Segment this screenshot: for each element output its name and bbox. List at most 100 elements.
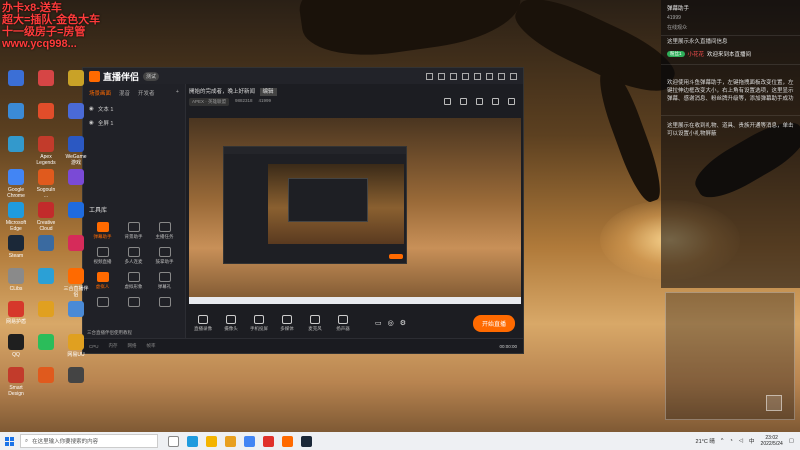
scene-item[interactable]: ◉ 文本 1: [83, 102, 185, 116]
desktop-icon[interactable]: 三合直播伴侣: [62, 268, 90, 298]
desktop-icon[interactable]: [32, 268, 60, 286]
media-control[interactable]: 多媒体: [273, 314, 301, 332]
desktop-icon[interactable]: Steam: [2, 235, 30, 259]
clock[interactable]: 23:02 2022/5/24: [761, 435, 783, 447]
volume-icon[interactable]: ◁: [739, 438, 743, 444]
edge-icon[interactable]: [187, 435, 198, 447]
user-nick[interactable]: 小花花: [688, 50, 705, 58]
notification-icon[interactable]: ▢: [789, 438, 794, 444]
tool-item[interactable]: 主播任务: [149, 222, 180, 240]
weather[interactable]: 21°C 晴: [696, 437, 715, 445]
desktop-icon[interactable]: [62, 103, 90, 121]
desktop-icon[interactable]: [32, 301, 60, 319]
mic-control[interactable]: 麦克风: [301, 314, 329, 332]
lock-icon[interactable]: [460, 98, 467, 105]
stream-title[interactable]: 開始的完成者，晚上好新闻: [189, 89, 255, 95]
tool-item[interactable]: 弹幕礼: [149, 272, 180, 290]
tool-item[interactable]: [118, 297, 149, 309]
desktop-icon[interactable]: [62, 301, 90, 319]
desktop-icon[interactable]: 网易UU: [62, 334, 90, 358]
desktop-icon[interactable]: SogouIn ...: [32, 169, 60, 199]
left-panel: 场景画面 混音 开发者 + ◉ 文本 1 ◉ 全屏 1 工具库 弹幕助手 背景助手 主播…: [83, 84, 186, 340]
desktop-icon[interactable]: [2, 103, 30, 121]
task-view-icon[interactable]: [168, 435, 179, 447]
chevron-up-icon[interactable]: ^: [721, 438, 724, 444]
mail-icon[interactable]: [438, 72, 445, 80]
desktop-icon[interactable]: Microsoft Edge: [2, 202, 30, 232]
desktop-icon[interactable]: Google Chrome: [2, 169, 30, 199]
desktop-icon[interactable]: [32, 235, 60, 253]
tool-label: 鼓掌助手: [155, 259, 174, 264]
tool-item[interactable]: 多人连麦: [118, 247, 149, 265]
tool-item[interactable]: [87, 297, 118, 309]
tool-item[interactable]: 弹幕助手: [87, 222, 118, 240]
eye-icon[interactable]: ◎: [388, 319, 394, 327]
speaker-control[interactable]: 扬声器: [329, 314, 357, 332]
camera-control[interactable]: 摄像头: [217, 314, 245, 332]
folder-icon[interactable]: [225, 435, 236, 447]
minimize-icon[interactable]: [486, 72, 493, 80]
network-icon[interactable]: ◔: [729, 438, 732, 444]
close-icon[interactable]: [510, 72, 517, 80]
share-icon[interactable]: [508, 98, 515, 105]
desktop-icon[interactable]: [32, 103, 60, 121]
tab-scenes[interactable]: 场景画面: [89, 89, 111, 97]
desktop-icon[interactable]: 网易护盾: [2, 301, 30, 325]
explorer-icon[interactable]: [206, 435, 217, 447]
record-control[interactable]: 直播录像: [189, 314, 217, 332]
desktop-icon[interactable]: [32, 334, 60, 352]
tool-item[interactable]: 背景助手: [118, 222, 149, 240]
panel-toggle-icon[interactable]: [766, 395, 782, 411]
bell-icon[interactable]: [492, 98, 499, 105]
desktop-icon[interactable]: Apex Legends: [32, 136, 60, 166]
gear-icon[interactable]: ⚙: [400, 319, 406, 327]
desktop-icon[interactable]: [62, 169, 90, 187]
danmaku-header: 弹幕助手 41999 在线观众: [661, 0, 800, 36]
desktop-icon[interactable]: Smart Design: [2, 367, 30, 397]
desktop-icon[interactable]: Creative Cloud: [32, 202, 60, 232]
version-badge: 测试: [143, 71, 160, 81]
scene-item[interactable]: ◉ 全屏 1: [83, 116, 185, 130]
desktop-icon[interactable]: QQ: [2, 334, 30, 358]
stream-preview[interactable]: [189, 118, 521, 304]
tab-mixer[interactable]: 混音: [119, 89, 130, 97]
steam-icon[interactable]: [301, 435, 312, 447]
taskbar-search[interactable]: ⌕ 在这里输入你要搜索的内容: [20, 434, 158, 448]
gift-icon[interactable]: [426, 72, 433, 80]
skin-icon[interactable]: [462, 72, 469, 80]
tool-item[interactable]: 虚拟形象: [118, 272, 149, 290]
category-tag[interactable]: APEX · 英雄联盟: [189, 98, 230, 106]
phone-cast-control[interactable]: 手机投屏: [245, 314, 273, 332]
live-companion-icon[interactable]: [282, 435, 293, 447]
tool-item[interactable]: 视频直播: [87, 247, 118, 265]
start-button[interactable]: [0, 432, 18, 450]
desktop-icon[interactable]: [62, 367, 90, 385]
desktop-icon[interactable]: [32, 367, 60, 385]
desktop-icon[interactable]: [32, 70, 60, 88]
chat-icon[interactable]: [476, 98, 483, 105]
desktop-icon[interactable]: WeGame 游戏: [62, 136, 90, 166]
gift-icon[interactable]: [444, 98, 451, 105]
maximize-icon[interactable]: [498, 72, 505, 80]
menu-icon[interactable]: [474, 72, 481, 80]
start-live-button[interactable]: 开始直播: [472, 314, 515, 332]
tool-item[interactable]: 虚拟人: [87, 272, 118, 290]
desktop-icon[interactable]: [2, 70, 30, 88]
tool-item[interactable]: 鼓掌助手: [149, 247, 180, 265]
ime-indicator[interactable]: 中: [749, 437, 755, 445]
tool-item[interactable]: [149, 297, 180, 309]
desktop-icon[interactable]: [62, 235, 90, 253]
desktop-icon[interactable]: CLibs: [2, 268, 30, 292]
tutorial-link[interactable]: 三合直播伴侣使用教程: [87, 330, 132, 336]
desktop-icon[interactable]: [62, 70, 90, 88]
desktop-icon[interactable]: [2, 136, 30, 154]
settings-icon[interactable]: [450, 72, 457, 80]
video-icon[interactable]: ▭: [375, 319, 382, 327]
tab-dev[interactable]: 开发者: [138, 89, 155, 97]
add-scene-icon[interactable]: +: [176, 89, 179, 97]
chrome-icon[interactable]: [244, 435, 255, 447]
app-icon[interactable]: [263, 435, 274, 447]
desktop-icon-label: Smart Design: [8, 385, 24, 397]
edit-button[interactable]: 编辑: [259, 88, 277, 96]
desktop-icon[interactable]: [62, 202, 90, 220]
